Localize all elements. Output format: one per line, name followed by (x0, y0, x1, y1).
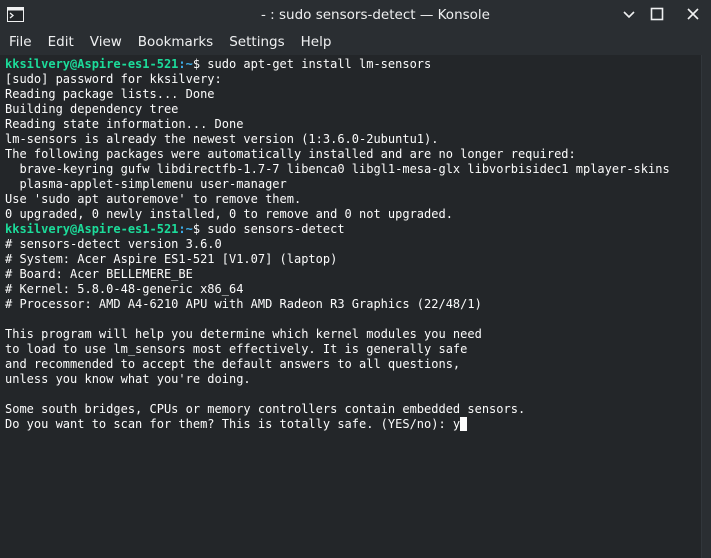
output-line: # System: Acer Aspire ES1-521 [V1.07] (l… (5, 252, 338, 266)
prompt-path: :~ (178, 57, 193, 71)
output-line: # sensors-detect version 3.6.0 (5, 237, 222, 251)
maximize-icon (650, 6, 664, 25)
close-icon (686, 6, 700, 25)
output-line: # Kernel: 5.8.0-48-generic x86_64 (5, 282, 244, 296)
output-line: This program will help you determine whi… (5, 327, 482, 341)
prompt-line: kksilvery@Aspire-es1-521:~$ sudo apt-get… (5, 57, 670, 72)
output-line: Reading package lists... Done (5, 87, 215, 101)
output-line: # Board: Acer BELLEMERE_BE (5, 267, 193, 281)
minimize-icon (622, 6, 636, 25)
output-line: lm-sensors is already the newest version… (5, 132, 439, 146)
terminal-area[interactable]: kksilvery@Aspire-es1-521:~$ sudo apt-get… (0, 55, 701, 558)
menu-help[interactable]: Help (293, 30, 340, 55)
menu-settings[interactable]: Settings (221, 30, 292, 55)
window-title: - : sudo sensors-detect — Konsole (261, 7, 490, 23)
output-line: Building dependency tree (5, 102, 179, 116)
output-line: plasma-applet-simplemenu user-manager (5, 177, 287, 191)
command-text: $ sudo apt-get install lm-sensors (192, 57, 432, 71)
menu-edit[interactable]: Edit (40, 30, 82, 55)
terminal-scrollbar[interactable] (701, 55, 711, 558)
menu-view[interactable]: View (82, 30, 130, 55)
output-line: The following packages were automaticall… (5, 147, 576, 161)
input-line: Do you want to scan for them? This is to… (5, 417, 670, 432)
output-line: Use 'sudo apt autoremove' to remove them… (5, 192, 302, 206)
prompt-user: kksilvery@Aspire-es1-521 (5, 57, 179, 71)
command-text: $ sudo sensors-detect (192, 222, 345, 236)
menu-file[interactable]: File (0, 30, 40, 55)
text-cursor (460, 417, 468, 431)
menu-bar: File Edit View Bookmarks Settings Help (0, 30, 711, 55)
output-line: Reading state information... Done (5, 117, 244, 131)
prompt-user: kksilvery@Aspire-es1-521 (5, 222, 179, 236)
menu-bookmarks[interactable]: Bookmarks (130, 30, 221, 55)
output-line: Some south bridges, CPUs or memory contr… (5, 402, 526, 416)
maximize-button[interactable] (645, 3, 669, 27)
minimize-button[interactable] (617, 3, 641, 27)
output-line: brave-keyring gufw libdirectfb-1.7-7 lib… (5, 162, 670, 176)
output-line: # Processor: AMD A4-6210 APU with AMD Ra… (5, 297, 482, 311)
output-line: 0 upgraded, 0 newly installed, 0 to remo… (5, 207, 453, 221)
prompt-line: kksilvery@Aspire-es1-521:~$ sudo sensors… (5, 222, 670, 237)
terminal-output: kksilvery@Aspire-es1-521:~$ sudo apt-get… (5, 57, 670, 432)
output-line: unless you know what you're doing. (5, 372, 251, 386)
title-bar[interactable]: - : sudo sensors-detect — Konsole (0, 0, 711, 30)
output-text: Do you want to scan for them? This is to… (5, 417, 461, 431)
close-button[interactable] (681, 3, 705, 27)
prompt-path: :~ (178, 222, 193, 236)
konsole-window: - : sudo sensors-detect — Konsole File E… (0, 0, 711, 558)
output-line: [sudo] password for kksilvery: (5, 72, 222, 86)
output-line: to load to use lm_sensors most effective… (5, 342, 468, 356)
output-line: and recommended to accept the default an… (5, 357, 461, 371)
